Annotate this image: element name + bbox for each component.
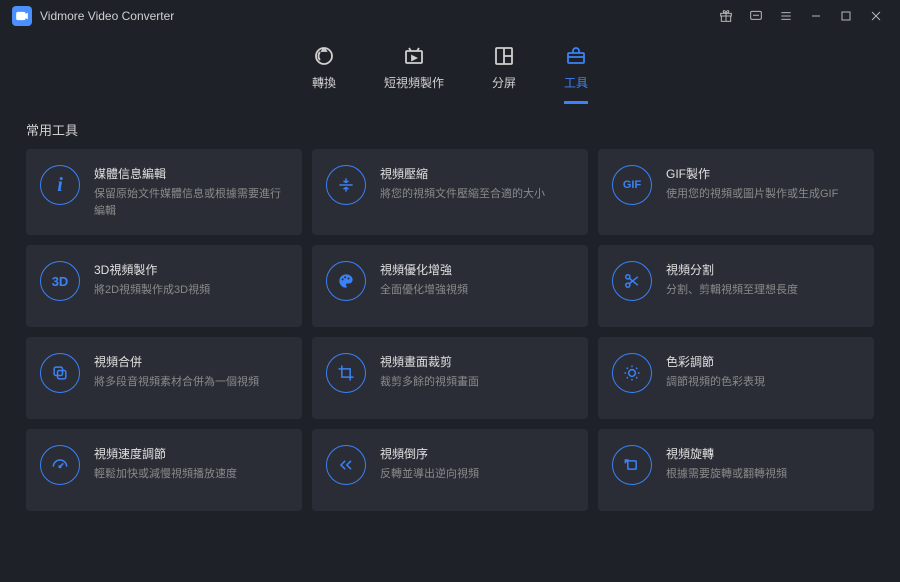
minimize-button[interactable] [804,4,828,28]
titlebar: Vidmore Video Converter [0,0,900,32]
tab-label: 轉換 [312,74,336,91]
card-color-adjust[interactable]: 色彩調節 調節視頻的色彩表現 [598,337,874,419]
app-title: Vidmore Video Converter [40,9,174,23]
card-title: 3D視頻製作 [94,261,288,278]
section-title: 常用工具 [0,104,900,149]
tools-grid: i 媒體信息編輯 保留原始文件媒體信息或根據需要進行編輯 視頻壓縮 將您的視頻文… [0,149,900,511]
tab-mv[interactable]: 短視頻製作 [384,44,444,104]
card-title: 視頻旋轉 [666,445,860,462]
rotate-icon [612,445,652,485]
merge-icon [40,353,80,393]
card-video-enhance[interactable]: 視頻優化增強 全面優化增強視頻 [312,245,588,327]
card-title: 視頻分割 [666,261,860,278]
scissors-icon [612,261,652,301]
main-tabs: 轉換 短視頻製作 分屏 工具 [0,32,900,104]
feedback-icon[interactable] [744,4,768,28]
card-title: 媒體信息編輯 [94,165,288,182]
card-title: 視頻速度調節 [94,445,288,462]
gift-icon[interactable] [714,4,738,28]
card-video-crop[interactable]: 視頻畫面裁剪 裁剪多餘的視頻畫面 [312,337,588,419]
card-3d-maker[interactable]: 3D 3D視頻製作 將2D視頻製作成3D視頻 [26,245,302,327]
menu-icon[interactable] [774,4,798,28]
card-title: 視頻壓縮 [380,165,574,182]
compress-icon [326,165,366,205]
maximize-button[interactable] [834,4,858,28]
tab-toolbox[interactable]: 工具 [564,44,588,104]
card-desc: 輕鬆加快或減慢視頻播放速度 [94,466,288,483]
card-desc: 調節視頻的色彩表現 [666,374,860,391]
card-video-compress[interactable]: 視頻壓縮 將您的視頻文件壓縮至合適的大小 [312,149,588,235]
card-video-trim[interactable]: 視頻分割 分割、剪輯視頻至理想長度 [598,245,874,327]
card-video-merge[interactable]: 視頻合併 將多段音視頻素材合併為一個視頻 [26,337,302,419]
card-video-rotate[interactable]: 視頻旋轉 根據需要旋轉或翻轉視頻 [598,429,874,511]
card-title: 視頻畫面裁剪 [380,353,574,370]
app-logo [12,6,32,26]
collage-icon [492,44,516,68]
tab-label: 短視頻製作 [384,74,444,91]
card-gif-maker[interactable]: GIF GIF製作 使用您的視頻或圖片製作或生成GIF [598,149,874,235]
card-title: 視頻優化增強 [380,261,574,278]
card-title: GIF製作 [666,165,860,182]
brightness-icon [612,353,652,393]
card-video-reverse[interactable]: 視頻倒序 反轉並導出逆向視頻 [312,429,588,511]
gif-icon: GIF [612,165,652,205]
tab-collage[interactable]: 分屏 [492,44,516,104]
palette-icon [326,261,366,301]
three-d-icon: 3D [40,261,80,301]
card-desc: 根據需要旋轉或翻轉視頻 [666,466,860,483]
card-desc: 全面優化增強視頻 [380,282,574,299]
speed-icon [40,445,80,485]
card-desc: 將多段音視頻素材合併為一個視頻 [94,374,288,391]
card-desc: 裁剪多餘的視頻畫面 [380,374,574,391]
tab-label: 工具 [564,74,588,91]
card-desc: 反轉並導出逆向視頻 [380,466,574,483]
card-title: 色彩調節 [666,353,860,370]
card-desc: 保留原始文件媒體信息或根據需要進行編輯 [94,186,288,219]
mv-icon [402,44,426,68]
close-button[interactable] [864,4,888,28]
tab-label: 分屏 [492,74,516,91]
crop-icon [326,353,366,393]
card-desc: 將2D視頻製作成3D視頻 [94,282,288,299]
card-desc: 使用您的視頻或圖片製作或生成GIF [666,186,860,203]
card-media-metadata[interactable]: i 媒體信息編輯 保留原始文件媒體信息或根據需要進行編輯 [26,149,302,235]
card-speed-adjust[interactable]: 視頻速度調節 輕鬆加快或減慢視頻播放速度 [26,429,302,511]
card-title: 視頻合併 [94,353,288,370]
card-title: 視頻倒序 [380,445,574,462]
info-icon: i [40,165,80,205]
tab-convert[interactable]: 轉換 [312,44,336,104]
convert-icon [312,44,336,68]
reverse-icon [326,445,366,485]
card-desc: 將您的視頻文件壓縮至合適的大小 [380,186,574,203]
toolbox-icon [564,44,588,68]
card-desc: 分割、剪輯視頻至理想長度 [666,282,860,299]
